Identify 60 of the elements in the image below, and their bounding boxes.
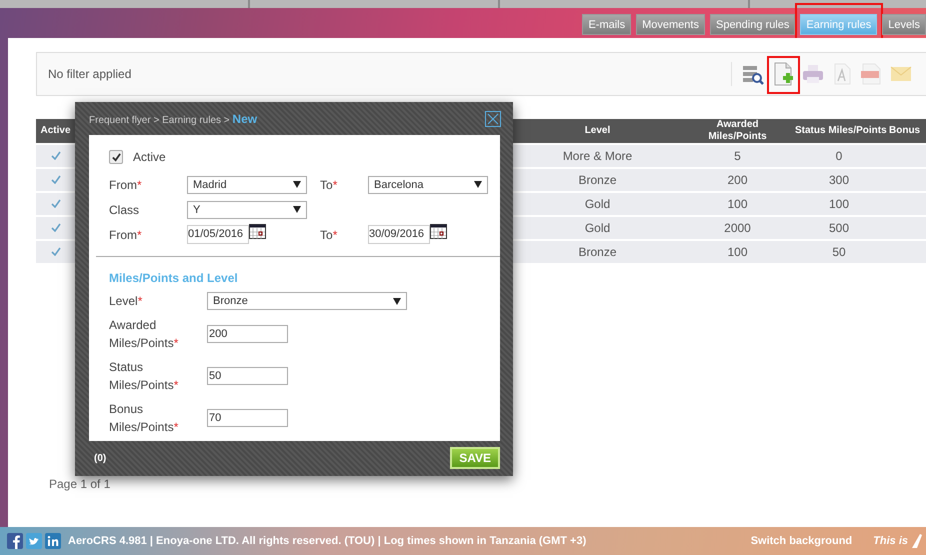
table-cell: 300: [828, 173, 850, 187]
date-field[interactable]: 30/09/2016: [368, 225, 430, 244]
field-label: From*: [109, 178, 143, 192]
dropdown[interactable]: Madrid: [187, 176, 307, 194]
checkbox[interactable]: [109, 150, 123, 164]
table-cell: 100: [727, 245, 748, 259]
bird-icon[interactable]: [26, 533, 42, 549]
input-field[interactable]: 70: [207, 409, 288, 427]
field-label: Status Miles/Points*: [109, 359, 180, 394]
breadcrumb: Frequent flyer > Earning rules > New: [89, 112, 258, 126]
close-icon[interactable]: [485, 110, 501, 126]
field-label: From*: [109, 228, 143, 242]
field-label: Bonus Miles/Points*: [109, 401, 180, 436]
date-field[interactable]: 01/05/2016: [187, 225, 249, 244]
item-count: (0): [94, 452, 106, 464]
calendar-icon[interactable]: [430, 224, 447, 239]
dropdown[interactable]: Y: [187, 200, 307, 218]
caret-icon: [293, 206, 301, 213]
dropdown[interactable]: Bronze: [207, 292, 407, 310]
field-label: To*: [320, 228, 338, 242]
input-field[interactable]: 50: [207, 367, 288, 385]
page-indicator: Page 1 of 1: [49, 477, 112, 491]
field-label: Class: [109, 202, 140, 216]
table-cell: Bronze: [578, 245, 617, 259]
table-cell: 200: [727, 173, 748, 187]
column-header: Awarded Miles/Points: [708, 119, 767, 142]
field-label: Awarded Miles/Points*: [109, 317, 180, 352]
caret-icon: [393, 298, 401, 304]
filter-status: No filter applied: [48, 67, 132, 81]
table-cell: Gold: [584, 221, 610, 235]
table-cell: Gold: [584, 197, 610, 211]
table-cell: 0: [836, 149, 842, 163]
tagline: This is: [873, 535, 908, 547]
caret-icon: [474, 181, 482, 188]
table-cell: 50: [832, 245, 846, 259]
table-cell: More & More: [562, 149, 632, 163]
column-header: Status Miles/Points: [795, 125, 887, 136]
table-cell: 2000: [724, 221, 751, 235]
column-header: Bonus: [889, 125, 920, 136]
field-label: Level*: [109, 294, 144, 308]
column-header: Active: [40, 125, 70, 136]
table-cell: Bronze: [578, 173, 617, 187]
copyright-text: AeroCRS 4.981 | Enoya-one LTD. All rights reserved. (TOU) | Log times shown in Tanzania (GMT +3): [68, 535, 586, 547]
table-cell: 100: [727, 197, 748, 211]
table-cell: 500: [828, 221, 850, 235]
plane-logo-icon: [911, 533, 923, 549]
input-field[interactable]: 200: [207, 325, 288, 343]
column-header: Level: [584, 125, 610, 136]
field-label: To*: [320, 178, 338, 192]
checkbox-label: Active: [133, 150, 166, 164]
filter-search-icon[interactable]: [742, 63, 764, 85]
calendar-icon[interactable]: [249, 224, 266, 239]
section-title: Miles/Points and Level: [109, 271, 239, 285]
table-cell: 100: [828, 197, 850, 211]
linkedin-icon[interactable]: [45, 533, 61, 549]
caret-icon: [293, 181, 301, 188]
dropdown[interactable]: Barcelona: [368, 176, 488, 194]
table-cell: 5: [734, 149, 741, 163]
add-document-icon[interactable]: [772, 62, 794, 86]
facebook-icon[interactable]: [7, 533, 23, 549]
